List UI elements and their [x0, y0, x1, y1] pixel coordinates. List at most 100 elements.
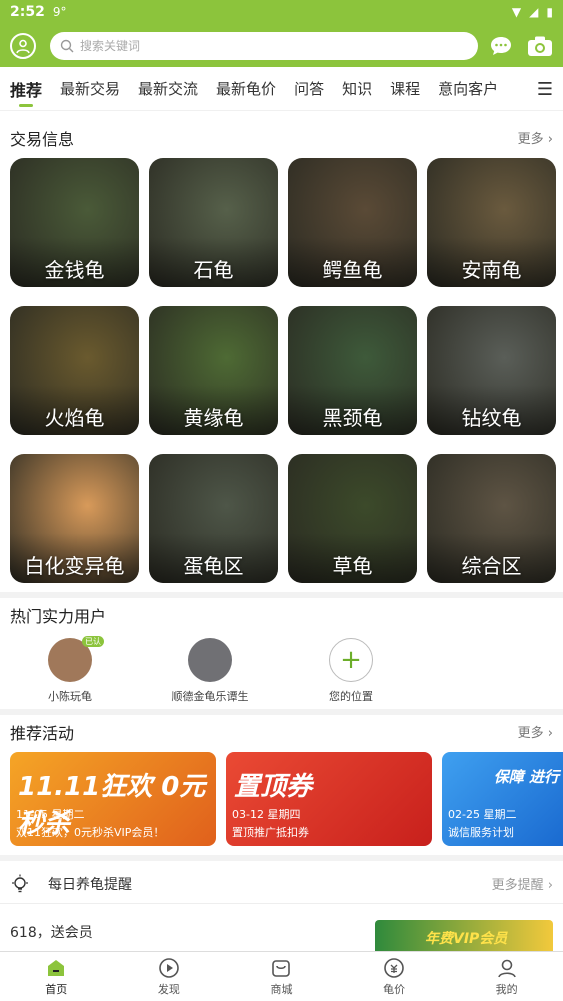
activity-banner[interactable]: 11.11狂欢 0元秒杀 11-05 星期二 双11狂欢，0元秒杀VIP会员！: [10, 752, 216, 846]
tile-zuanwen[interactable]: 钻纹龟: [427, 306, 556, 435]
person-icon: [16, 39, 30, 53]
play-icon: [159, 957, 179, 978]
tab-recommend[interactable]: 推荐: [10, 67, 42, 111]
banner-date: 11-05 星期二: [16, 808, 85, 821]
chat-icon[interactable]: [489, 35, 513, 57]
nav-price[interactable]: 龟价: [338, 952, 451, 1001]
divider: [0, 855, 563, 861]
reminder-more-link[interactable]: 更多提醒 ›: [492, 874, 553, 893]
price-icon: [384, 957, 404, 978]
trade-more-label: 更多: [517, 132, 544, 147]
tile-huangyuan[interactable]: 黄缘龟: [149, 306, 278, 435]
tile-label: 白化变异龟: [24, 554, 125, 578]
nav-label: 商城: [270, 982, 293, 996]
battery-icon: ▮: [546, 5, 553, 19]
tile-label: 蛋龟区: [183, 554, 244, 578]
user-name: 顺德金龟乐谭生: [171, 690, 249, 703]
user-name: 您的位置: [329, 690, 373, 703]
status-time: 2:52: [10, 4, 45, 20]
banner-desc: 双11狂欢，0元秒杀VIP会员！: [16, 826, 165, 839]
tile-dangui[interactable]: 蛋龟区: [149, 454, 278, 583]
news-image-text: 年费VIP会员: [425, 931, 508, 947]
tile-label: 黑颈龟: [322, 406, 383, 430]
activity-banner[interactable]: 置顶券 03-12 星期四 置顶推广抵扣券: [226, 752, 432, 846]
divider: [0, 709, 563, 715]
add-location-button[interactable]: + 您的位置: [291, 638, 411, 704]
daily-reminder-row[interactable]: 每日养龟提醒 更多提醒 ›: [0, 864, 563, 904]
lightbulb-icon: [12, 874, 28, 892]
reminder-text: 每日养龟提醒: [48, 876, 132, 893]
status-bar: 2:52 9° ▼ ◢ ▮: [0, 0, 563, 24]
camera-icon[interactable]: [527, 35, 553, 57]
banner-date: 02-25 星期二: [448, 808, 517, 821]
tile-label: 钻纹龟: [461, 406, 522, 430]
category-tabs: 推荐 最新交易 最新交流 最新龟价 问答 知识 课程 意向客户 ☰: [0, 67, 563, 111]
search-placeholder: 搜索关键词: [80, 39, 141, 53]
trade-more-link[interactable]: 更多 ›: [518, 128, 553, 147]
home-icon: [48, 959, 65, 976]
nav-home[interactable]: 首页: [0, 952, 113, 1001]
tile-label: 鳄鱼龟: [322, 258, 383, 282]
user-item[interactable]: 顺德金龟乐谭生: [150, 638, 270, 704]
tile-cao[interactable]: 草龟: [288, 454, 417, 583]
verified-badge: 已认: [82, 636, 104, 647]
trade-section-title: 交易信息: [10, 130, 75, 149]
tab-latest-trade[interactable]: 最新交易: [60, 67, 120, 111]
tab-latest-price[interactable]: 最新龟价: [216, 67, 276, 111]
user-name: 小陈玩龟: [48, 690, 92, 703]
tile-shi[interactable]: 石龟: [149, 158, 278, 287]
tile-baihua[interactable]: 白化变异龟: [10, 454, 139, 583]
menu-icon[interactable]: ☰: [537, 79, 553, 100]
tile-label: 综合区: [461, 554, 522, 578]
nav-label: 我的: [495, 982, 518, 996]
tile-eyu[interactable]: 鳄鱼龟: [288, 158, 417, 287]
divider: [0, 592, 563, 598]
user-item[interactable]: 已认 小陈玩龟: [10, 636, 130, 704]
bag-icon: [272, 959, 291, 977]
activities-more-label: 更多: [517, 726, 544, 741]
tile-label: 火焰龟: [44, 406, 105, 430]
search-input[interactable]: 搜索关键词: [50, 31, 478, 60]
nav-label: 龟价: [383, 982, 406, 996]
tab-latest-discussion[interactable]: 最新交流: [138, 67, 198, 111]
tab-course[interactable]: 课程: [390, 67, 420, 111]
tile-zonghe[interactable]: 综合区: [427, 454, 556, 583]
nav-discover[interactable]: 发现: [113, 952, 226, 1001]
status-signal: 9°: [52, 5, 67, 19]
tab-knowledge[interactable]: 知识: [342, 67, 372, 111]
banner-desc: 置顶推广抵扣券: [232, 826, 309, 839]
nav-mine[interactable]: 我的: [450, 952, 563, 1001]
tile-annan[interactable]: 安南龟: [427, 158, 556, 287]
nav-mall[interactable]: 商城: [225, 952, 338, 1001]
bottom-nav: 首页 发现 商城 龟价 我的: [0, 951, 563, 1001]
hot-users-list: 已认 小陈玩龟 顺德金龟乐谭生 + 您的位置: [0, 636, 563, 706]
status-icons: ▼ ◢ ▮: [512, 5, 553, 19]
banner-title: 置顶券: [234, 772, 313, 802]
tile-label: 金钱龟: [44, 258, 105, 282]
search-icon: [60, 39, 74, 52]
tile-heijing[interactable]: 黑颈龟: [288, 306, 417, 435]
banner-date: 03-12 星期四: [232, 808, 301, 821]
news-image[interactable]: 年费VIP会员: [375, 920, 553, 952]
tab-intent-customer[interactable]: 意向客户: [438, 67, 498, 111]
person-icon: [497, 959, 516, 977]
tile-label: 石龟: [193, 258, 234, 282]
activities-title: 推荐活动: [10, 724, 75, 743]
tile-huoyan[interactable]: 火焰龟: [10, 306, 139, 435]
tile-label: 草龟: [332, 554, 373, 578]
nav-label: 首页: [45, 982, 68, 996]
banner-title: 保障 进行: [493, 768, 559, 786]
tile-jinqian[interactable]: 金钱龟: [10, 158, 139, 287]
banner-desc: 诚信服务计划: [448, 826, 514, 839]
top-bar: 搜索关键词: [0, 24, 563, 67]
avatar: [188, 638, 232, 682]
profile-avatar-button[interactable]: [10, 32, 36, 59]
tab-qa[interactable]: 问答: [294, 67, 324, 111]
reminder-more-label: 更多提醒: [491, 878, 544, 893]
plus-icon: +: [329, 638, 373, 682]
activity-banner[interactable]: 保障 进行 02-25 星期二 诚信服务计划: [442, 752, 563, 846]
activities-more-link[interactable]: 更多 ›: [518, 722, 553, 741]
news-title[interactable]: 618，送会员: [10, 922, 93, 942]
wifi-icon: ▼: [511, 5, 522, 19]
cell-icon: ◢: [529, 5, 539, 19]
